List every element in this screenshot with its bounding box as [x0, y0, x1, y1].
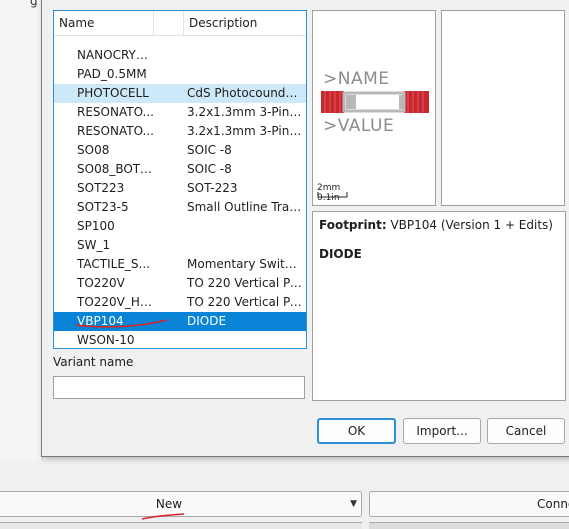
row-name: PHOTOCELL — [77, 86, 149, 100]
list-row[interactable]: TO220V TO 220 Vertical Pa... — [54, 274, 306, 293]
row-description: SOIC -8 — [187, 162, 232, 176]
variant-name-input[interactable] — [53, 376, 305, 399]
column-header-spacer[interactable] — [154, 11, 184, 35]
connect-button-label: Conne — [537, 497, 569, 511]
list-row[interactable]: SW_1 — [54, 236, 306, 255]
footprint-description: DIODE — [319, 247, 362, 261]
row-name: SOT223 — [77, 181, 125, 195]
row-description: 3.2x1.3mm 3-Pin S... — [187, 105, 302, 119]
row-description: 3.2x1.3mm 3-Pin S... — [187, 124, 302, 138]
row-name: NANOCRYS... — [77, 48, 154, 62]
row-name: RESONATO... — [77, 124, 154, 138]
row-description: TO 220 Vertical Pa... — [187, 295, 302, 309]
column-header-name[interactable]: Name — [54, 11, 154, 35]
new-dropdown-label: New — [155, 497, 183, 511]
footprint-info-line: Footprint: VBP104 (Version 1 + Edits) — [319, 218, 553, 232]
list-row[interactable]: NANOCRYS... — [54, 46, 306, 65]
list-row[interactable]: SO08 SOIC -8 — [54, 141, 306, 160]
list-row[interactable]: TACTILE_S... Momentary Switch... — [54, 255, 306, 274]
footprint-info-value: VBP104 (Version 1 + Edits) — [390, 218, 553, 232]
row-name: PAD_0.5MM — [77, 67, 147, 81]
row-name: RESONATO... — [77, 105, 154, 119]
row-name: SP100 — [77, 219, 115, 233]
dropdown-arrow-icon: ▼ — [350, 499, 357, 509]
row-description: DIODE — [187, 314, 227, 328]
ok-button[interactable]: OK — [317, 418, 396, 444]
list-row[interactable]: RESONATO... 3.2x1.3mm 3-Pin S... — [54, 122, 306, 141]
footprint-info-label: Footprint: — [319, 218, 387, 232]
secondary-preview — [441, 10, 565, 206]
row-name: WSON-10 — [77, 333, 135, 347]
column-header-description[interactable]: Description — [184, 11, 306, 35]
row-name: SOT23-5 — [77, 200, 129, 214]
list-row[interactable]: PHOTOCELL CdS Photocounduc... — [54, 84, 306, 103]
preview-value-text: >VALUE — [323, 116, 395, 136]
row-name: TO220V_HE... — [77, 295, 154, 309]
list-row[interactable]: TO220V_HE... TO 220 Vertical Pa... — [54, 293, 306, 312]
row-description: TO 220 Vertical Pa... — [187, 276, 302, 290]
footprint-preview: >NAME >VALUE 2mm 0.1in — [312, 10, 436, 206]
list-row[interactable]: SO08_BOTT... SOIC -8 — [54, 160, 306, 179]
row-description: Small Outline Tran... — [187, 200, 302, 214]
row-name: SW_1 — [77, 238, 111, 252]
list-header: Name Description — [54, 11, 306, 36]
background-edge-fragment: g — [30, 0, 38, 8]
list-row[interactable]: VBP104 DIODE — [54, 312, 306, 331]
background-window-edge: g — [0, 0, 43, 460]
list-row[interactable]: RESONATO... 3.2x1.3mm 3-Pin S... — [54, 103, 306, 122]
row-name: VBP104 — [77, 314, 124, 328]
preview-name-text: >NAME — [323, 69, 390, 89]
footprint-list[interactable]: Name Description NANOCRYS... PAD_0.5MM PHO… — [53, 10, 307, 349]
footprint-info-panel: Footprint: VBP104 (Version 1 + Edits) DI… — [312, 211, 566, 401]
row-name: SO08_BOTT... — [77, 162, 154, 176]
list-row[interactable]: SOT223 SOT-223 — [54, 179, 306, 198]
row-name: SO08 — [77, 143, 110, 157]
list-row[interactable]: SOT23-5 Small Outline Tran... — [54, 198, 306, 217]
row-description: SOIC -8 — [187, 143, 232, 157]
row-description: Momentary Switch... — [187, 257, 302, 271]
cancel-button[interactable]: Cancel — [487, 418, 565, 444]
row-name: TO220V — [77, 276, 125, 290]
new-dropdown[interactable]: New ▼ — [0, 491, 362, 517]
row-name: TACTILE_S... — [77, 257, 150, 271]
list-row[interactable]: WSON-10 — [54, 331, 306, 348]
list-row[interactable]: SP100 — [54, 217, 306, 236]
connect-button[interactable]: Conne — [369, 491, 569, 517]
scale-bar — [317, 192, 348, 198]
row-description: SOT-223 — [187, 181, 238, 195]
row-description: CdS Photocounduc... — [187, 86, 302, 100]
import-button[interactable]: Import... — [403, 418, 481, 444]
list-row[interactable]: PAD_0.5MM — [54, 65, 306, 84]
variant-name-label: Variant name — [53, 355, 134, 369]
footprint-graphic — [321, 91, 429, 113]
